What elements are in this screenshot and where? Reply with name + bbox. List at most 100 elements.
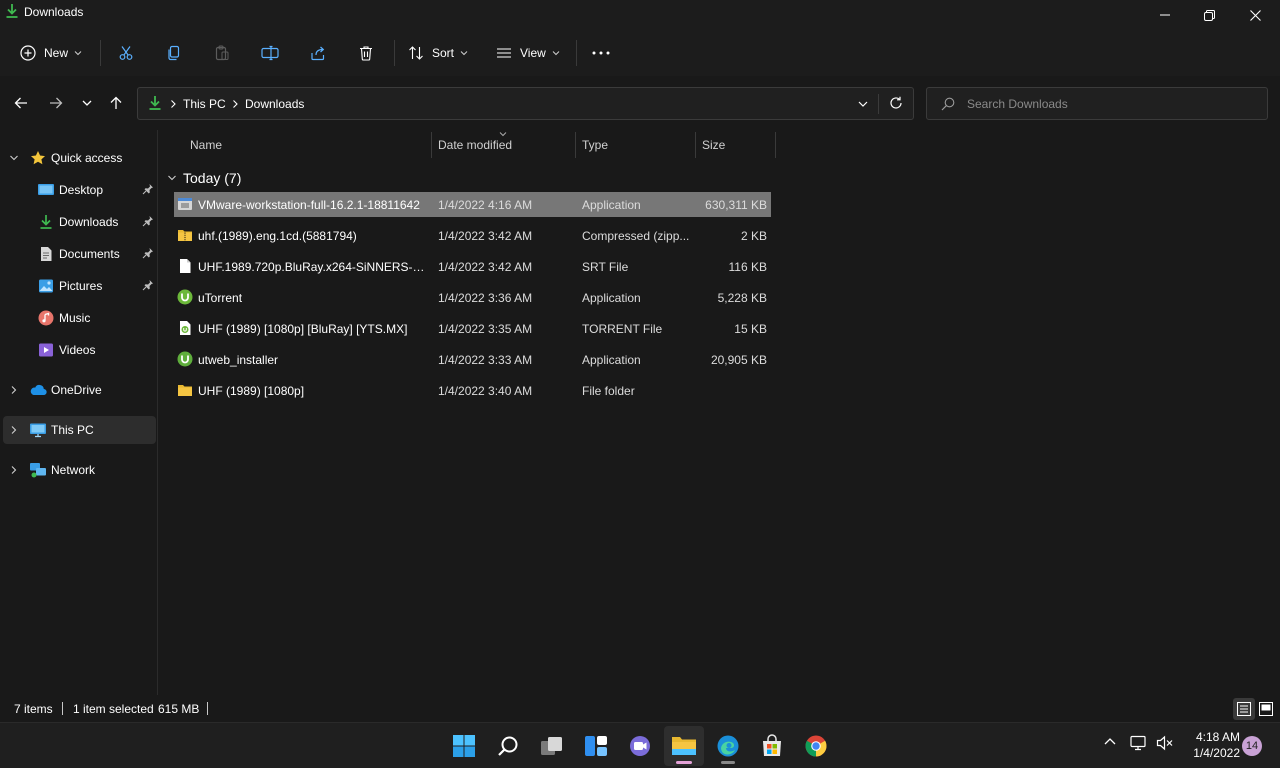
chevron-right-icon[interactable] — [9, 385, 19, 395]
pin-icon — [142, 279, 154, 291]
widgets-button[interactable] — [576, 726, 616, 766]
new-button[interactable]: New — [14, 37, 90, 69]
utweb-icon — [177, 351, 193, 367]
large-icons-view-button[interactable] — [1255, 698, 1277, 720]
sidebar-item-documents[interactable]: Documents — [3, 240, 156, 268]
task-view-button[interactable] — [532, 726, 572, 766]
search-icon — [941, 97, 955, 111]
downloads-icon — [148, 95, 162, 111]
file-type: File folder — [582, 384, 635, 398]
more-options-button[interactable] — [588, 37, 614, 69]
column-separator[interactable] — [575, 132, 576, 158]
cut-button[interactable] — [114, 37, 138, 69]
column-header-type[interactable]: Type — [582, 138, 608, 152]
sidebar-item-videos[interactable]: Videos — [3, 336, 156, 364]
breadcrumb-this-pc[interactable]: This PC — [183, 97, 226, 111]
column-header-name[interactable]: Name — [190, 138, 222, 152]
desktop-icon — [37, 182, 55, 198]
address-history-button[interactable] — [857, 98, 869, 110]
file-type: SRT File — [582, 260, 629, 274]
file-row[interactable]: utweb_installer 1/4/2022 3:33 AM Applica… — [174, 347, 771, 372]
refresh-button[interactable] — [889, 96, 903, 110]
sidebar-item-pictures[interactable]: Pictures — [3, 272, 156, 300]
details-view-button[interactable] — [1233, 698, 1255, 720]
file-row[interactable]: UHF (1989) [1080p] [BluRay] [YTS.MX] 1/4… — [174, 316, 771, 341]
minimize-button[interactable] — [1142, 0, 1188, 30]
close-button[interactable] — [1232, 0, 1278, 30]
large-icons-view-icon — [1259, 702, 1273, 716]
network-status-button[interactable] — [1130, 735, 1148, 751]
forward-button[interactable] — [45, 92, 67, 114]
delete-icon — [360, 46, 372, 61]
sidebar-item-label: This PC — [51, 423, 94, 437]
chevron-down-icon — [460, 51, 468, 56]
column-separator[interactable] — [695, 132, 696, 158]
group-header-today[interactable]: Today (7) — [167, 167, 241, 189]
breadcrumb-chevron-icon — [169, 99, 177, 109]
file-size: 20,905 KB — [710, 353, 767, 367]
column-separator[interactable] — [431, 132, 432, 158]
sort-button[interactable]: Sort — [402, 37, 474, 69]
status-bar: 7 items 1 item selected 615 MB — [0, 695, 1280, 722]
taskbar-search-button[interactable] — [488, 726, 528, 766]
sidebar-item-this-pc[interactable]: This PC — [3, 416, 156, 444]
file-row[interactable]: uTorrent 1/4/2022 3:36 AM Application 5,… — [174, 285, 771, 310]
chrome-button[interactable] — [796, 726, 836, 766]
selection-size: 615 MB — [158, 702, 200, 716]
breadcrumb-downloads[interactable]: Downloads — [245, 97, 304, 111]
column-separator[interactable] — [775, 132, 776, 158]
teams-chat-icon — [630, 736, 650, 756]
search-input[interactable] — [967, 95, 1257, 113]
file-name: uTorrent — [198, 291, 243, 305]
file-row[interactable]: uhf.(1989).eng.1cd.(5881794) 1/4/2022 3:… — [174, 223, 771, 248]
paste-button[interactable] — [210, 37, 234, 69]
file-explorer-taskbar-button[interactable] — [664, 726, 704, 766]
recent-locations-button[interactable] — [76, 92, 98, 114]
chevron-down-icon[interactable] — [9, 153, 19, 163]
breadcrumb-chevron-icon — [231, 99, 239, 109]
sidebar-item-label: Network — [51, 463, 96, 477]
up-button[interactable] — [105, 92, 127, 114]
clock[interactable]: 4:18 AM 1/4/2022 — [1184, 729, 1240, 761]
share-button[interactable] — [306, 37, 330, 69]
view-label: View — [520, 46, 546, 60]
edge-button[interactable] — [708, 726, 748, 766]
chevron-right-icon[interactable] — [9, 465, 19, 475]
sidebar-item-desktop[interactable]: Desktop — [3, 176, 156, 204]
share-icon — [311, 46, 325, 61]
show-hidden-icons-button[interactable] — [1103, 735, 1117, 749]
pictures-icon — [38, 278, 54, 294]
column-header-date-modified[interactable]: Date modified — [438, 138, 512, 152]
sidebar-item-network[interactable]: Network — [3, 456, 156, 484]
volume-button[interactable] — [1156, 735, 1174, 751]
copy-button[interactable] — [162, 37, 186, 69]
file-row[interactable]: VMware-workstation-full-16.2.1-18811642 … — [174, 192, 771, 217]
delete-button[interactable] — [354, 37, 378, 69]
file-row[interactable]: UHF.1989.720p.BluRay.x264-SiNNERS-HI... … — [174, 254, 771, 279]
sidebar-item-downloads[interactable]: Downloads — [3, 208, 156, 236]
start-button[interactable] — [444, 726, 484, 766]
cut-icon — [119, 46, 133, 60]
teams-chat-button[interactable] — [620, 726, 660, 766]
microsoft-store-button[interactable] — [752, 726, 792, 766]
downloads-icon — [38, 214, 54, 230]
sidebar-item-quick-access[interactable]: Quick access — [3, 144, 156, 172]
column-header-size[interactable]: Size — [702, 138, 725, 152]
notification-badge[interactable]: 14 — [1242, 736, 1262, 756]
view-button[interactable]: View — [490, 37, 566, 69]
network-icon — [29, 462, 47, 478]
back-button[interactable] — [10, 92, 32, 114]
file-list: Name Date modified Type Size Today (7) V… — [159, 130, 1280, 695]
folder-icon — [672, 737, 696, 755]
file-icon — [177, 258, 193, 274]
utorrent-icon — [177, 289, 193, 305]
address-bar[interactable]: This PC Downloads — [137, 87, 914, 120]
search-box[interactable] — [926, 87, 1268, 120]
sidebar-item-onedrive[interactable]: OneDrive — [3, 376, 156, 404]
file-name: VMware-workstation-full-16.2.1-18811642 — [198, 198, 420, 212]
file-row[interactable]: UHF (1989) [1080p] 1/4/2022 3:40 AM File… — [174, 378, 771, 403]
rename-button[interactable] — [258, 37, 282, 69]
chevron-right-icon[interactable] — [9, 425, 19, 435]
restore-button[interactable] — [1186, 0, 1232, 30]
sidebar-item-music[interactable]: Music — [3, 304, 156, 332]
